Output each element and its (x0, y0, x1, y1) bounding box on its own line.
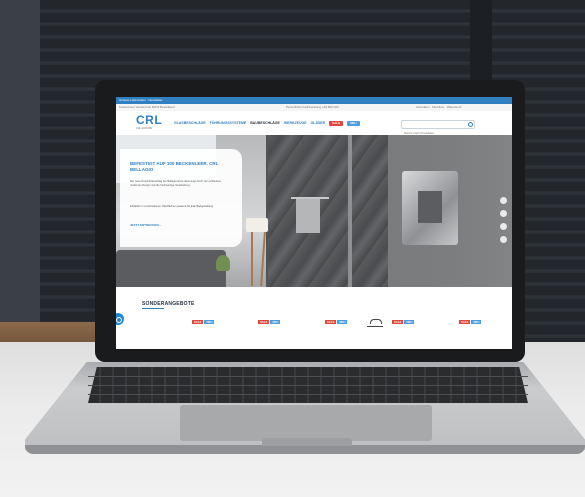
info-right[interactable]: Anmelden · Merkliste · Warenkorb (416, 104, 461, 111)
search-icon[interactable] (468, 122, 473, 127)
product-badges: SALE NEU (325, 320, 348, 324)
keyboard-row (88, 376, 528, 377)
info-center: Persönliche Fachberatung +49 800 000 (286, 105, 339, 109)
wall-panel-left (0, 0, 40, 345)
nav-item-glaeser[interactable]: GLÄSER (311, 121, 326, 126)
info-left: Kostenloser Versand ab 500 € Bestellwert (119, 105, 175, 109)
mail-icon[interactable] (500, 210, 507, 217)
new-badge: NEU (404, 320, 415, 324)
offers-title: SONDERANGEBOTE (142, 301, 195, 307)
main-nav: GLASBESCHLÄGE FÜHRUNGSSYSTEME BAUBESCHLÄ… (174, 121, 360, 126)
sale-badge: SALE (325, 320, 337, 324)
hero-side-icons (500, 197, 507, 243)
photo-scene: Hinweis Lieferzeiten · Newsletter Kosten… (0, 0, 585, 497)
nav-item-glasbeschlaege[interactable]: GLASBESCHLÄGE (174, 121, 206, 126)
sale-badge: SALE (392, 320, 404, 324)
laptop-open-notch (262, 438, 352, 446)
hero-title: BEFESTIGT AUF 100 BECKENLEER. CRL BELLAG… (130, 161, 219, 172)
hero-cta-link[interactable]: JETZT ENTDECKEN › (130, 223, 161, 227)
offers-underline (142, 308, 164, 309)
nav-item-fuehrungssysteme[interactable]: FÜHRUNGSSYSTEME (210, 121, 247, 126)
share-icon[interactable] (500, 197, 507, 204)
chat-icon[interactable] (500, 236, 507, 243)
search-box[interactable] (401, 120, 475, 137)
product-badges: SALE NEU (459, 320, 482, 324)
laptop-front-edge (25, 445, 585, 454)
phone-icon[interactable] (500, 223, 507, 230)
hero-plant (216, 255, 230, 271)
special-offers-section: SONDERANGEBOTE SALE NEU SALE NEU SALE NE… (116, 287, 512, 349)
nav-new-pill[interactable]: NEU (347, 121, 360, 126)
hero-sofa (116, 250, 226, 287)
product-thumbnail-icon[interactable] (367, 318, 383, 327)
new-badge: NEU (204, 320, 215, 324)
sale-badge: SALE (258, 320, 270, 324)
crl-logo[interactable]: CRL (136, 114, 162, 126)
hero-marble-wall (268, 135, 388, 287)
sale-badge: SALE (192, 320, 204, 324)
hero-body-secondary: Erhältlich in verschiedenen Oberflächen … (130, 205, 214, 208)
nav-item-werkzeuge[interactable]: WERKZEUGE (284, 121, 307, 126)
nav-item-baubeschlaege[interactable]: BAUBESCHLÄGE (250, 121, 280, 126)
nav-sale-pill[interactable]: SALE (329, 121, 344, 126)
keyboard-row (88, 394, 528, 395)
hinge-slot (418, 191, 442, 223)
new-badge: NEU (471, 320, 482, 324)
product-badges: SALE NEU (192, 320, 215, 324)
hero-towel (296, 199, 320, 233)
hero-banner: BEFESTIGT AUF 100 BECKENLEER. CRL BELLAG… (116, 135, 512, 287)
keyboard-row (88, 385, 528, 386)
offer-badges-row: SALE NEU SALE NEU SALE NEU SALE NEU SALE (116, 320, 512, 328)
new-badge: NEU (270, 320, 281, 324)
hero-lamp-leg (251, 232, 253, 286)
logo-subtitle: CRL EUROPE (136, 127, 153, 130)
product-badges: SALE NEU (392, 320, 415, 324)
hero-lamp-shade (246, 218, 268, 232)
hero-body: Der neue Duschtürbeschlag der Bellagio-S… (130, 180, 222, 187)
website-topbar: Hinweis Lieferzeiten · Newsletter (116, 97, 512, 104)
hero-card: BEFESTIGT AUF 100 BECKENLEER. CRL BELLAG… (120, 149, 242, 247)
topbar-text: Hinweis Lieferzeiten · Newsletter (119, 98, 163, 102)
site-header: CRL CRL EUROPE GLASBESCHLÄGE FÜHRUNGSSYS… (116, 111, 512, 137)
new-badge: NEU (337, 320, 348, 324)
laptop-screen: Hinweis Lieferzeiten · Newsletter Kosten… (116, 97, 512, 349)
product-badges: SALE NEU (258, 320, 281, 324)
info-bar: Kostenloser Versand ab 500 € Bestellwert… (116, 104, 512, 111)
sale-badge: SALE (459, 320, 471, 324)
hero-glass-frame (348, 135, 352, 287)
laptop-trackpad (180, 405, 432, 441)
